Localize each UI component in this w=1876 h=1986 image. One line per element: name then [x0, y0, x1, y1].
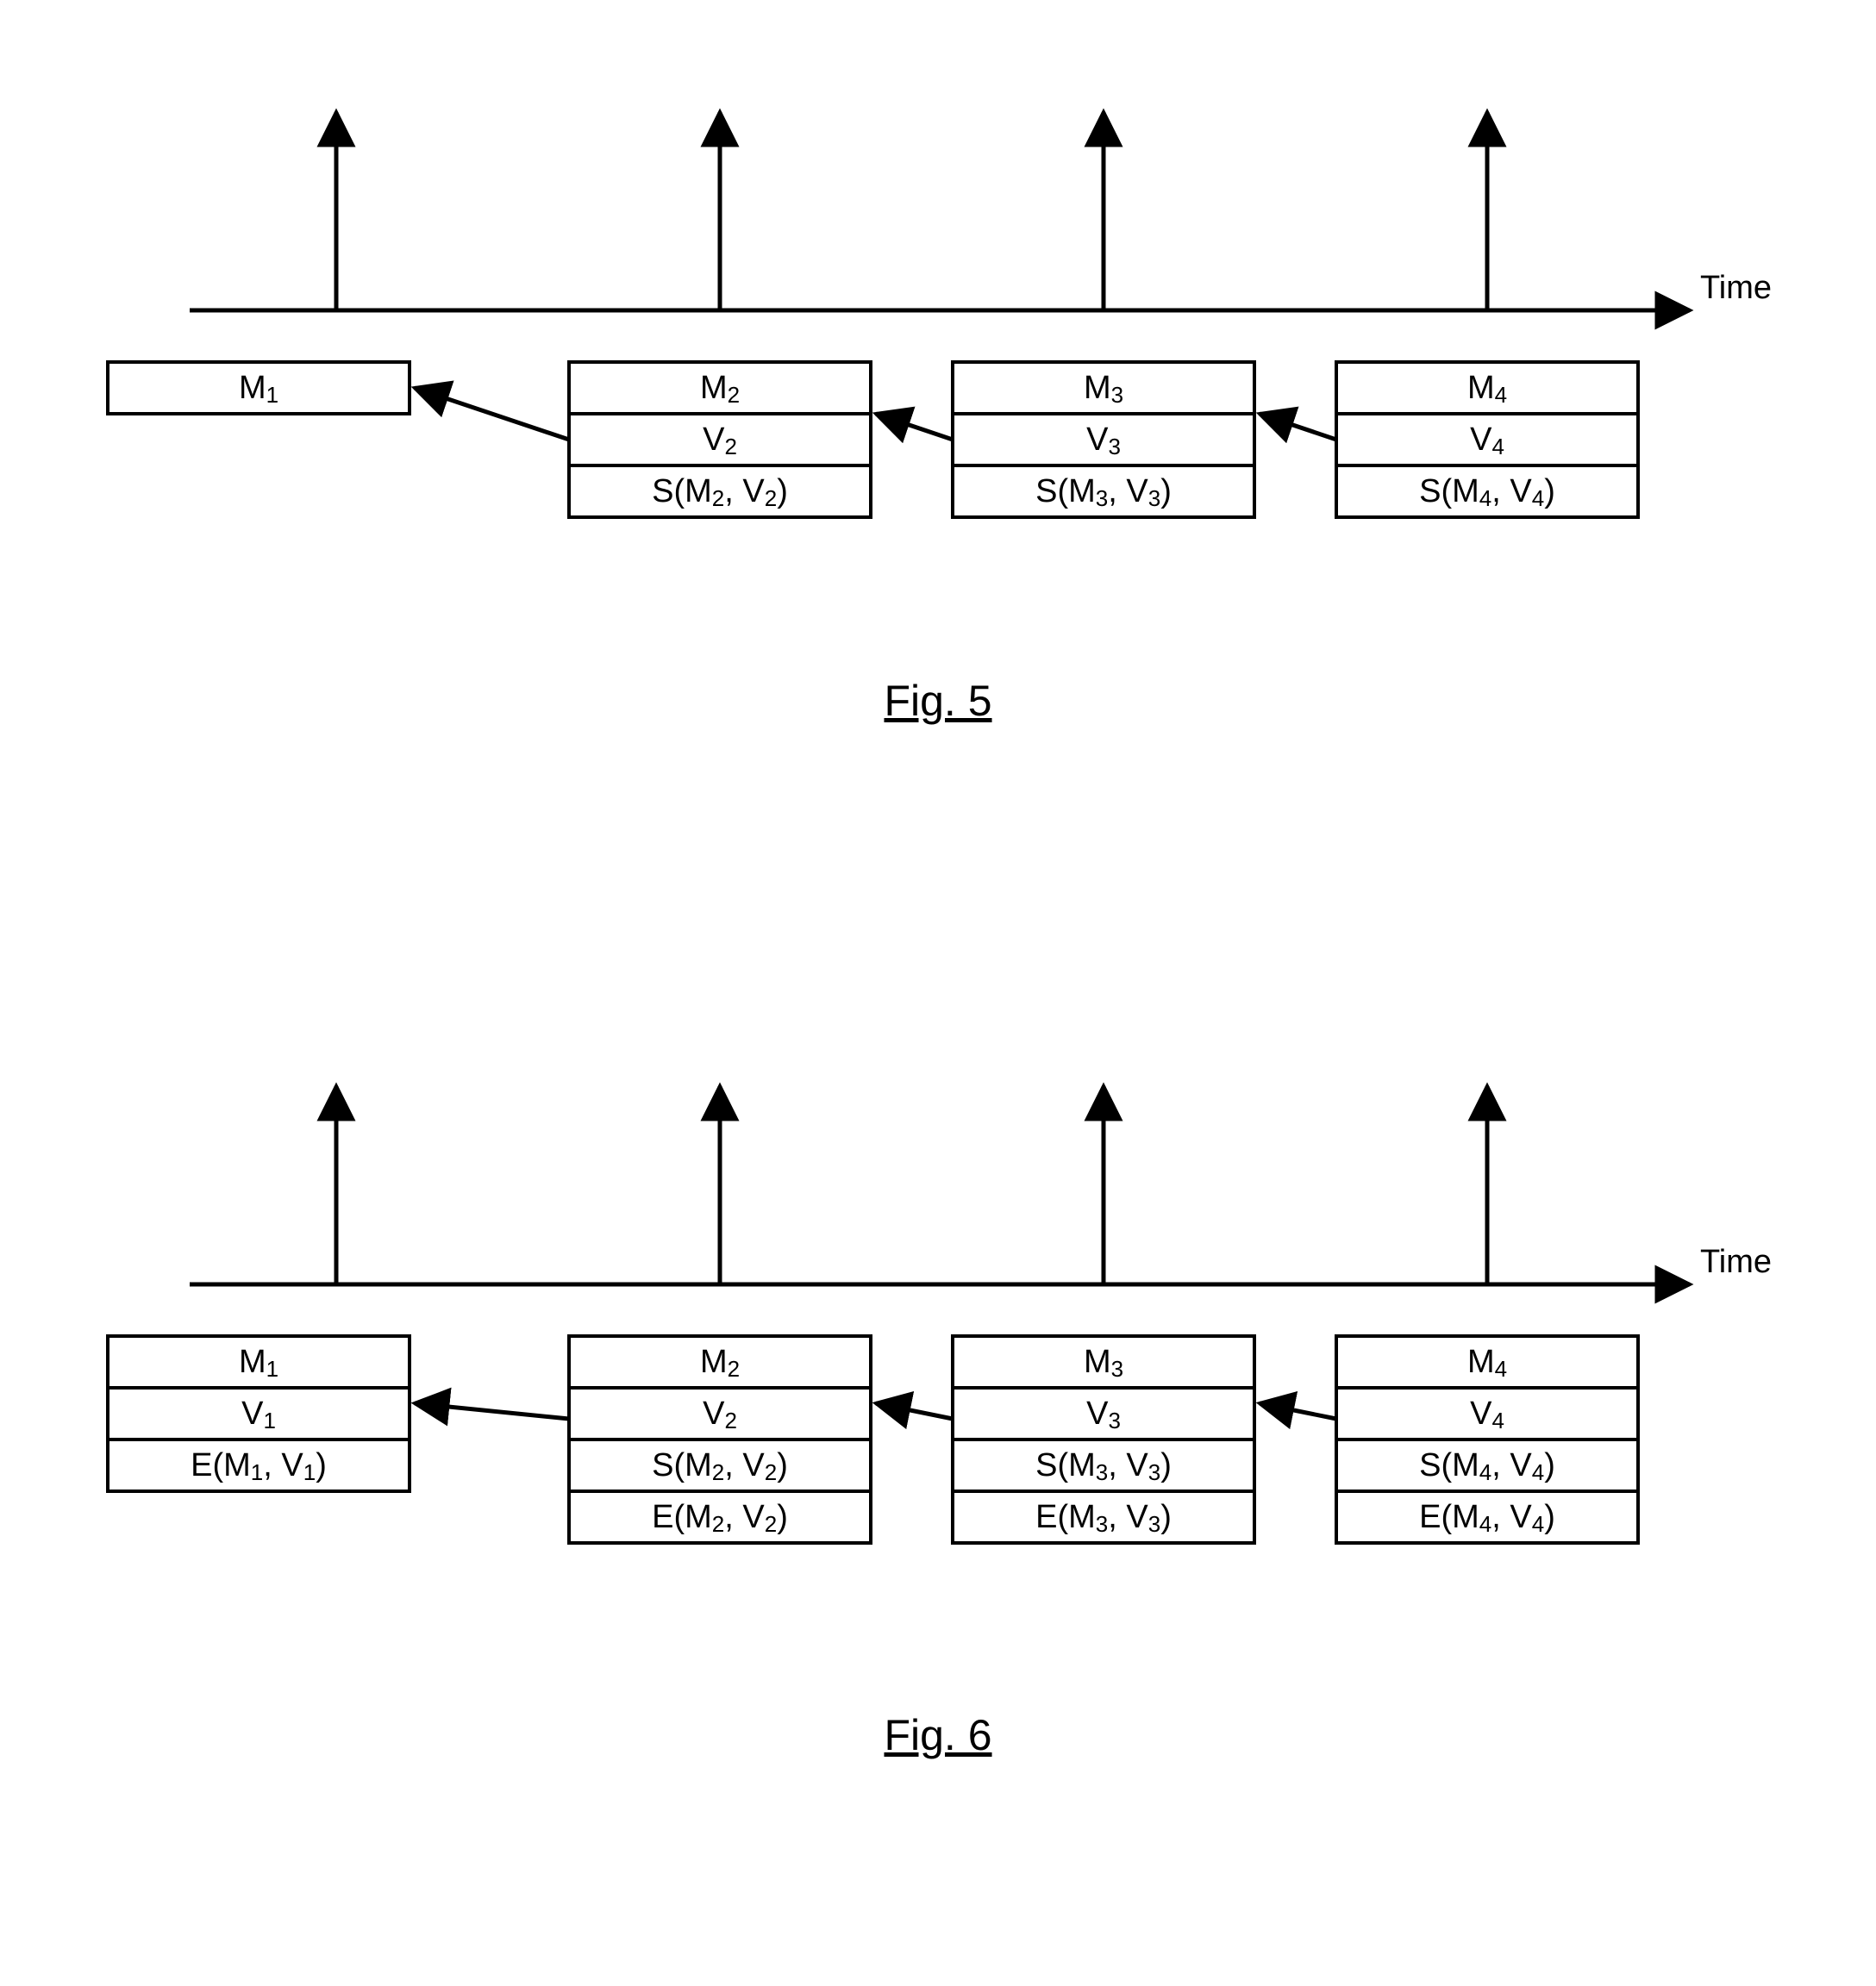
fig6-link-2 — [876, 1403, 953, 1419]
fig5-link-3 — [1260, 414, 1336, 440]
fig5-block-2: M2V2S(M2, V2) — [569, 362, 871, 517]
fig5-link-2 — [876, 414, 953, 440]
fig6-block-3: M3V3S(M3, V3)E(M3, V3) — [953, 1336, 1254, 1543]
fig6-caption: Fig. 6 — [884, 1711, 991, 1759]
fig6-link-1 — [415, 1403, 569, 1419]
fig6-link-3 — [1260, 1403, 1336, 1419]
fig5-caption: Fig. 5 — [884, 677, 991, 725]
fig5-block-1: M1 — [108, 362, 410, 414]
fig6-block-1: M1V1E(M1, V1) — [108, 1336, 410, 1491]
fig5-block-4: M4V4S(M4, V4) — [1336, 362, 1638, 517]
fig5-link-1 — [415, 388, 569, 440]
fig6-block-2: M2V2S(M2, V2)E(M2, V2) — [569, 1336, 871, 1543]
time-axis-label: Time — [1700, 1244, 1772, 1280]
fig5-block-3: M3V3S(M3, V3) — [953, 362, 1254, 517]
time-axis-label: Time — [1700, 270, 1772, 306]
fig6-block-4: M4V4S(M4, V4)E(M4, V4) — [1336, 1336, 1638, 1543]
